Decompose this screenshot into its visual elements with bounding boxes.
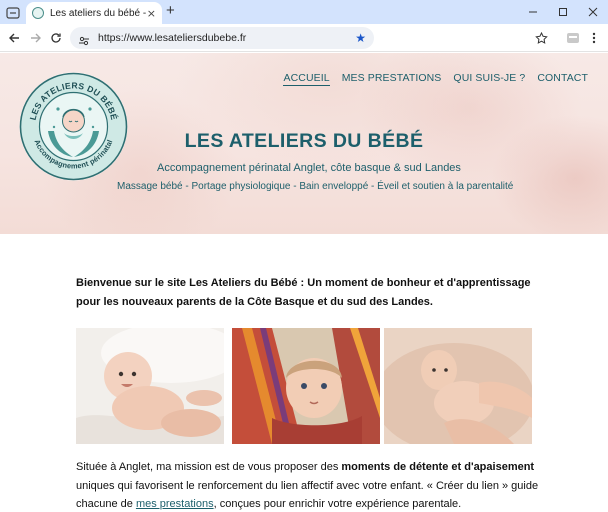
back-arrow-icon[interactable] <box>6 30 22 46</box>
intro-paragraph-text-1: Située à Anglet, ma mission est de vous … <box>76 461 342 473</box>
intro-paragraph-bold: moments de détente et d'apaisement <box>341 461 535 473</box>
minimize-icon[interactable] <box>518 0 548 24</box>
url-text: https://www.lesateliersdubebe.fr <box>98 32 247 44</box>
profile-avatar-icon[interactable] <box>565 30 581 46</box>
site-title: LES ATELIERS DU BÉBÉ <box>0 130 608 153</box>
photo-baby-massage <box>76 328 224 444</box>
reload-icon[interactable] <box>48 30 64 46</box>
site-logo[interactable]: LES ATELIERS DU BÉBÉ Accompagnement péri… <box>18 71 129 182</box>
nav-item-prestations[interactable]: MES PRESTATIONS <box>342 72 442 86</box>
address-bar[interactable]: https://www.lesateliersdubebe.fr ★ <box>70 27 374 49</box>
close-window-icon[interactable] <box>578 0 608 24</box>
browser-tab-active[interactable]: Les ateliers du bébé - Accompa × <box>26 2 162 24</box>
intro-paragraph-text-3: , conçues pour enrichir votre expérience… <box>213 498 462 510</box>
nav-item-qui-suis-je[interactable]: QUI SUIS-JE ? <box>453 72 525 86</box>
maximize-icon[interactable] <box>548 0 578 24</box>
nav-item-contact[interactable]: CONTACT <box>537 72 588 86</box>
intro-paragraph: Située à Anglet, ma mission est de vous … <box>76 458 546 512</box>
nav-item-accueil[interactable]: ACCUEIL <box>283 72 330 86</box>
site-title-text: LES ATELIERS DU BÉBÉ <box>184 130 424 152</box>
window-controls <box>518 0 608 24</box>
forward-arrow-icon[interactable] <box>28 30 44 46</box>
menu-kebab-icon[interactable] <box>586 30 602 46</box>
web-page: LES ATELIERS DU BÉBÉ Accompagnement péri… <box>0 53 608 512</box>
browser-toolbar: https://www.lesateliersdubebe.fr ★ <box>0 24 608 52</box>
main-navigation: ACCUEIL MES PRESTATIONS QUI SUIS-JE ? CO… <box>283 72 588 86</box>
site-tagline: Accompagnement périnatal Anglet, côte ba… <box>157 162 461 174</box>
photo-baby-carrier <box>232 328 380 444</box>
photo-baby-bath <box>384 328 532 444</box>
bookmark-star-icon[interactable]: ★ <box>355 32 366 44</box>
prestations-link[interactable]: mes prestations <box>136 498 214 510</box>
browser-tab-strip: Les ateliers du bébé - Accompa × + <box>0 0 608 24</box>
tab-close-icon[interactable]: × <box>147 8 156 19</box>
extensions-icon[interactable] <box>533 30 549 46</box>
intro-heading: Bienvenue sur le site Les Ateliers du Bé… <box>76 277 531 308</box>
site-settings-icon[interactable] <box>78 32 90 46</box>
services-list: Massage bébé - Portage physiologique - B… <box>117 181 514 192</box>
site-favicon-icon <box>32 7 44 19</box>
tab-search-icon[interactable] <box>6 5 20 19</box>
tab-title: Les ateliers du bébé - Accompa <box>50 7 146 19</box>
hero-banner: LES ATELIERS DU BÉBÉ Accompagnement péri… <box>0 53 608 234</box>
new-tab-button[interactable]: + <box>166 3 175 19</box>
